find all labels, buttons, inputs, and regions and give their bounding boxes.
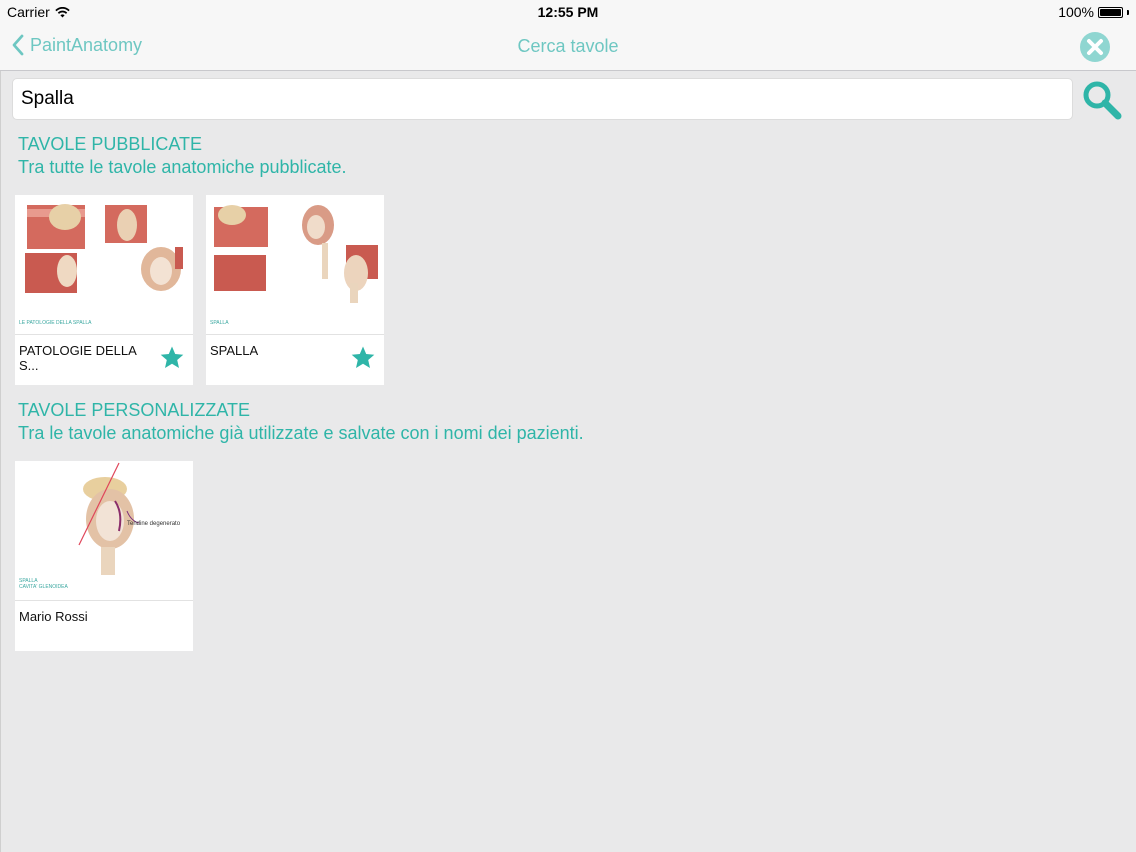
thumbnail-caption-line-2: CAVITA' GLENOIDEA	[19, 584, 68, 590]
left-border	[0, 71, 1, 852]
published-section-title: TAVOLE PUBBLICATE	[18, 134, 203, 154]
search-icon[interactable]	[1081, 80, 1123, 120]
back-button-label: PaintAnatomy	[30, 34, 143, 55]
star-icon[interactable]	[350, 345, 376, 371]
clock: 12:55 PM	[537, 4, 599, 20]
page-title: Cerca tavole	[517, 36, 619, 56]
carrier-label: Carrier	[7, 4, 50, 20]
battery-percent: 100%	[1058, 4, 1094, 20]
thumbnail-caption: SPALLA	[210, 320, 229, 326]
anatomy-illustration	[78, 462, 140, 575]
custom-section-subtitle: Tra le tavole anatomiche già utilizzate …	[18, 423, 584, 443]
published-section-subtitle: Tra tutte le tavole anatomiche pubblicat…	[18, 157, 347, 177]
star-icon[interactable]	[159, 345, 185, 371]
custom-card-mario-rossi[interactable]: Tendine degenerato SPALLA CAVITA' GLENOI…	[15, 461, 193, 651]
card-label: SPALLA	[210, 343, 259, 358]
chevron-left-icon	[12, 34, 24, 56]
card-label: PATOLOGIE DELLA S...	[19, 343, 137, 373]
status-bar: Carrier 12:55 PM 100%	[0, 0, 1136, 24]
card-thumbnail: Tendine degenerato SPALLA CAVITA' GLENOI…	[15, 461, 193, 601]
wifi-icon	[55, 6, 70, 17]
anatomy-illustration	[214, 205, 378, 303]
thumbnail-caption: LE PATOLOGIE DELLA SPALLA	[19, 320, 92, 326]
card-thumbnail: SPALLA	[206, 195, 384, 335]
custom-section-title: TAVOLE PERSONALIZZATE	[18, 400, 251, 420]
published-card-spalla[interactable]: SPALLA SPALLA	[206, 195, 384, 385]
thumbnail-annotation: Tendine degenerato	[127, 521, 181, 527]
navigation-bar: PaintAnatomy Cerca tavole	[0, 24, 1136, 71]
published-card-patologie[interactable]: LE PATOLOGIE DELLA SPALLA PATOLOGIE DELL…	[15, 195, 193, 385]
card-label: Mario Rossi	[19, 609, 88, 624]
battery-indicator: 100%	[1058, 4, 1129, 20]
search-input[interactable]	[12, 78, 1073, 120]
anatomy-illustration	[25, 204, 183, 293]
back-button[interactable]: PaintAnatomy	[12, 34, 142, 56]
thumbnail-caption: SPALLA CAVITA' GLENOIDEA	[19, 578, 68, 590]
close-circle-icon[interactable]	[1079, 31, 1111, 63]
carrier-indicator: Carrier	[7, 4, 70, 20]
battery-icon	[1098, 6, 1123, 18]
card-thumbnail: LE PATOLOGIE DELLA SPALLA	[15, 195, 193, 335]
